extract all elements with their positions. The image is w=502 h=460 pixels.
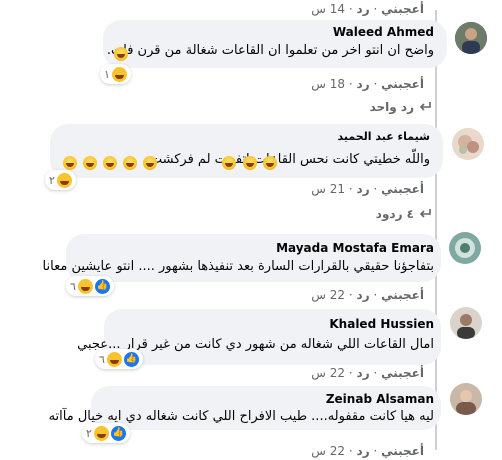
haha-reaction-icon	[93, 425, 109, 441]
reply-link[interactable]: رد	[357, 2, 370, 16]
comment-author[interactable]: Waleed Ahmed	[333, 25, 434, 39]
avatar[interactable]	[452, 128, 484, 160]
comment-author[interactable]: Khaled Hussien	[329, 317, 434, 331]
comment-text: ليه هيا كانت مقفوله.... طيب الافراح اللي…	[48, 409, 434, 424]
reply-link[interactable]: رد	[357, 366, 370, 380]
like-reaction-icon: 👍	[94, 278, 110, 294]
comment-meta: أعجبني · رد · 18 س	[311, 77, 424, 91]
comment-meta: أعجبني · رد · 14 س	[311, 2, 424, 16]
laughing-emoji-icon	[123, 155, 138, 170]
reply-link[interactable]: رد	[357, 444, 370, 458]
comment-author[interactable]: Mayada Mostafa Emara	[276, 241, 434, 255]
emoji-group	[62, 152, 277, 171]
timestamp[interactable]: 22 س	[311, 288, 345, 302]
laughing-emoji-icon	[114, 46, 128, 61]
reply-arrow-icon	[419, 102, 431, 111]
avatar[interactable]	[449, 232, 481, 264]
like-link[interactable]: أعجبني	[381, 2, 424, 16]
laughing-emoji-icon	[143, 155, 158, 170]
reply-link[interactable]: رد	[357, 77, 370, 91]
reply-arrow-icon	[419, 209, 431, 218]
haha-reaction-icon	[111, 66, 127, 82]
view-replies-link[interactable]: رد واحد	[370, 100, 414, 114]
reply-link[interactable]: رد	[357, 182, 370, 196]
haha-reaction-icon	[56, 172, 72, 188]
laughing-emoji-icon	[103, 155, 118, 170]
reactions-badge[interactable]: ٦ 👍	[66, 276, 114, 296]
like-link[interactable]: أعجبني	[381, 77, 424, 91]
comment-author[interactable]: Zeinab Alsaman	[326, 392, 434, 406]
laughing-emoji-icon	[63, 155, 77, 170]
reactions-badge[interactable]: ١	[100, 64, 131, 84]
timestamp[interactable]: 14 س	[311, 2, 345, 16]
like-reaction-icon: 👍	[123, 351, 139, 367]
avatar[interactable]	[450, 307, 482, 339]
reply-link[interactable]: رد	[357, 288, 370, 302]
laughing-emoji-icon	[83, 155, 98, 170]
like-link[interactable]: أعجبني	[381, 288, 424, 302]
comment-text: واضح ان انتو اخر من تعلموا ان القاعات شغ…	[106, 43, 434, 58]
laughing-emoji-icon	[222, 155, 237, 170]
laughing-emoji-icon	[262, 155, 277, 170]
timestamp[interactable]: 18 س	[311, 77, 345, 91]
view-replies-link[interactable]: ٤ ردود	[376, 207, 414, 221]
like-link[interactable]: أعجبني	[381, 182, 424, 196]
reactions-badge[interactable]: ٢	[45, 170, 76, 190]
reactions-badge[interactable]: ٦ 👍	[95, 349, 143, 369]
timestamp[interactable]: 22 س	[311, 444, 345, 458]
comment-meta: أعجبني · رد · 21 س	[311, 182, 424, 196]
like-link[interactable]: أعجبني	[381, 366, 424, 380]
like-link[interactable]: أعجبني	[381, 444, 424, 458]
comment-text: بتفاجؤنا حقيقي بالقرارات السارة بعد تنفي…	[42, 259, 434, 274]
comment-author[interactable]: شيماء عبد الحميد	[337, 130, 430, 143]
avatar[interactable]	[455, 22, 487, 54]
timestamp[interactable]: 22 س	[311, 366, 345, 380]
comment-meta: أعجبني · رد · 22 س	[311, 366, 424, 380]
reactions-badge[interactable]: ٢ 👍	[82, 423, 130, 443]
comment-meta: أعجبني · رد · 22 س	[311, 444, 424, 458]
comment-meta: أعجبني · رد · 22 س	[311, 288, 424, 302]
like-reaction-icon: 👍	[110, 425, 126, 441]
timestamp[interactable]: 21 س	[311, 182, 345, 196]
haha-reaction-icon	[77, 278, 93, 294]
laughing-emoji-icon	[242, 155, 257, 170]
haha-reaction-icon	[106, 351, 122, 367]
thread-line	[435, 10, 437, 450]
avatar[interactable]	[450, 383, 482, 415]
